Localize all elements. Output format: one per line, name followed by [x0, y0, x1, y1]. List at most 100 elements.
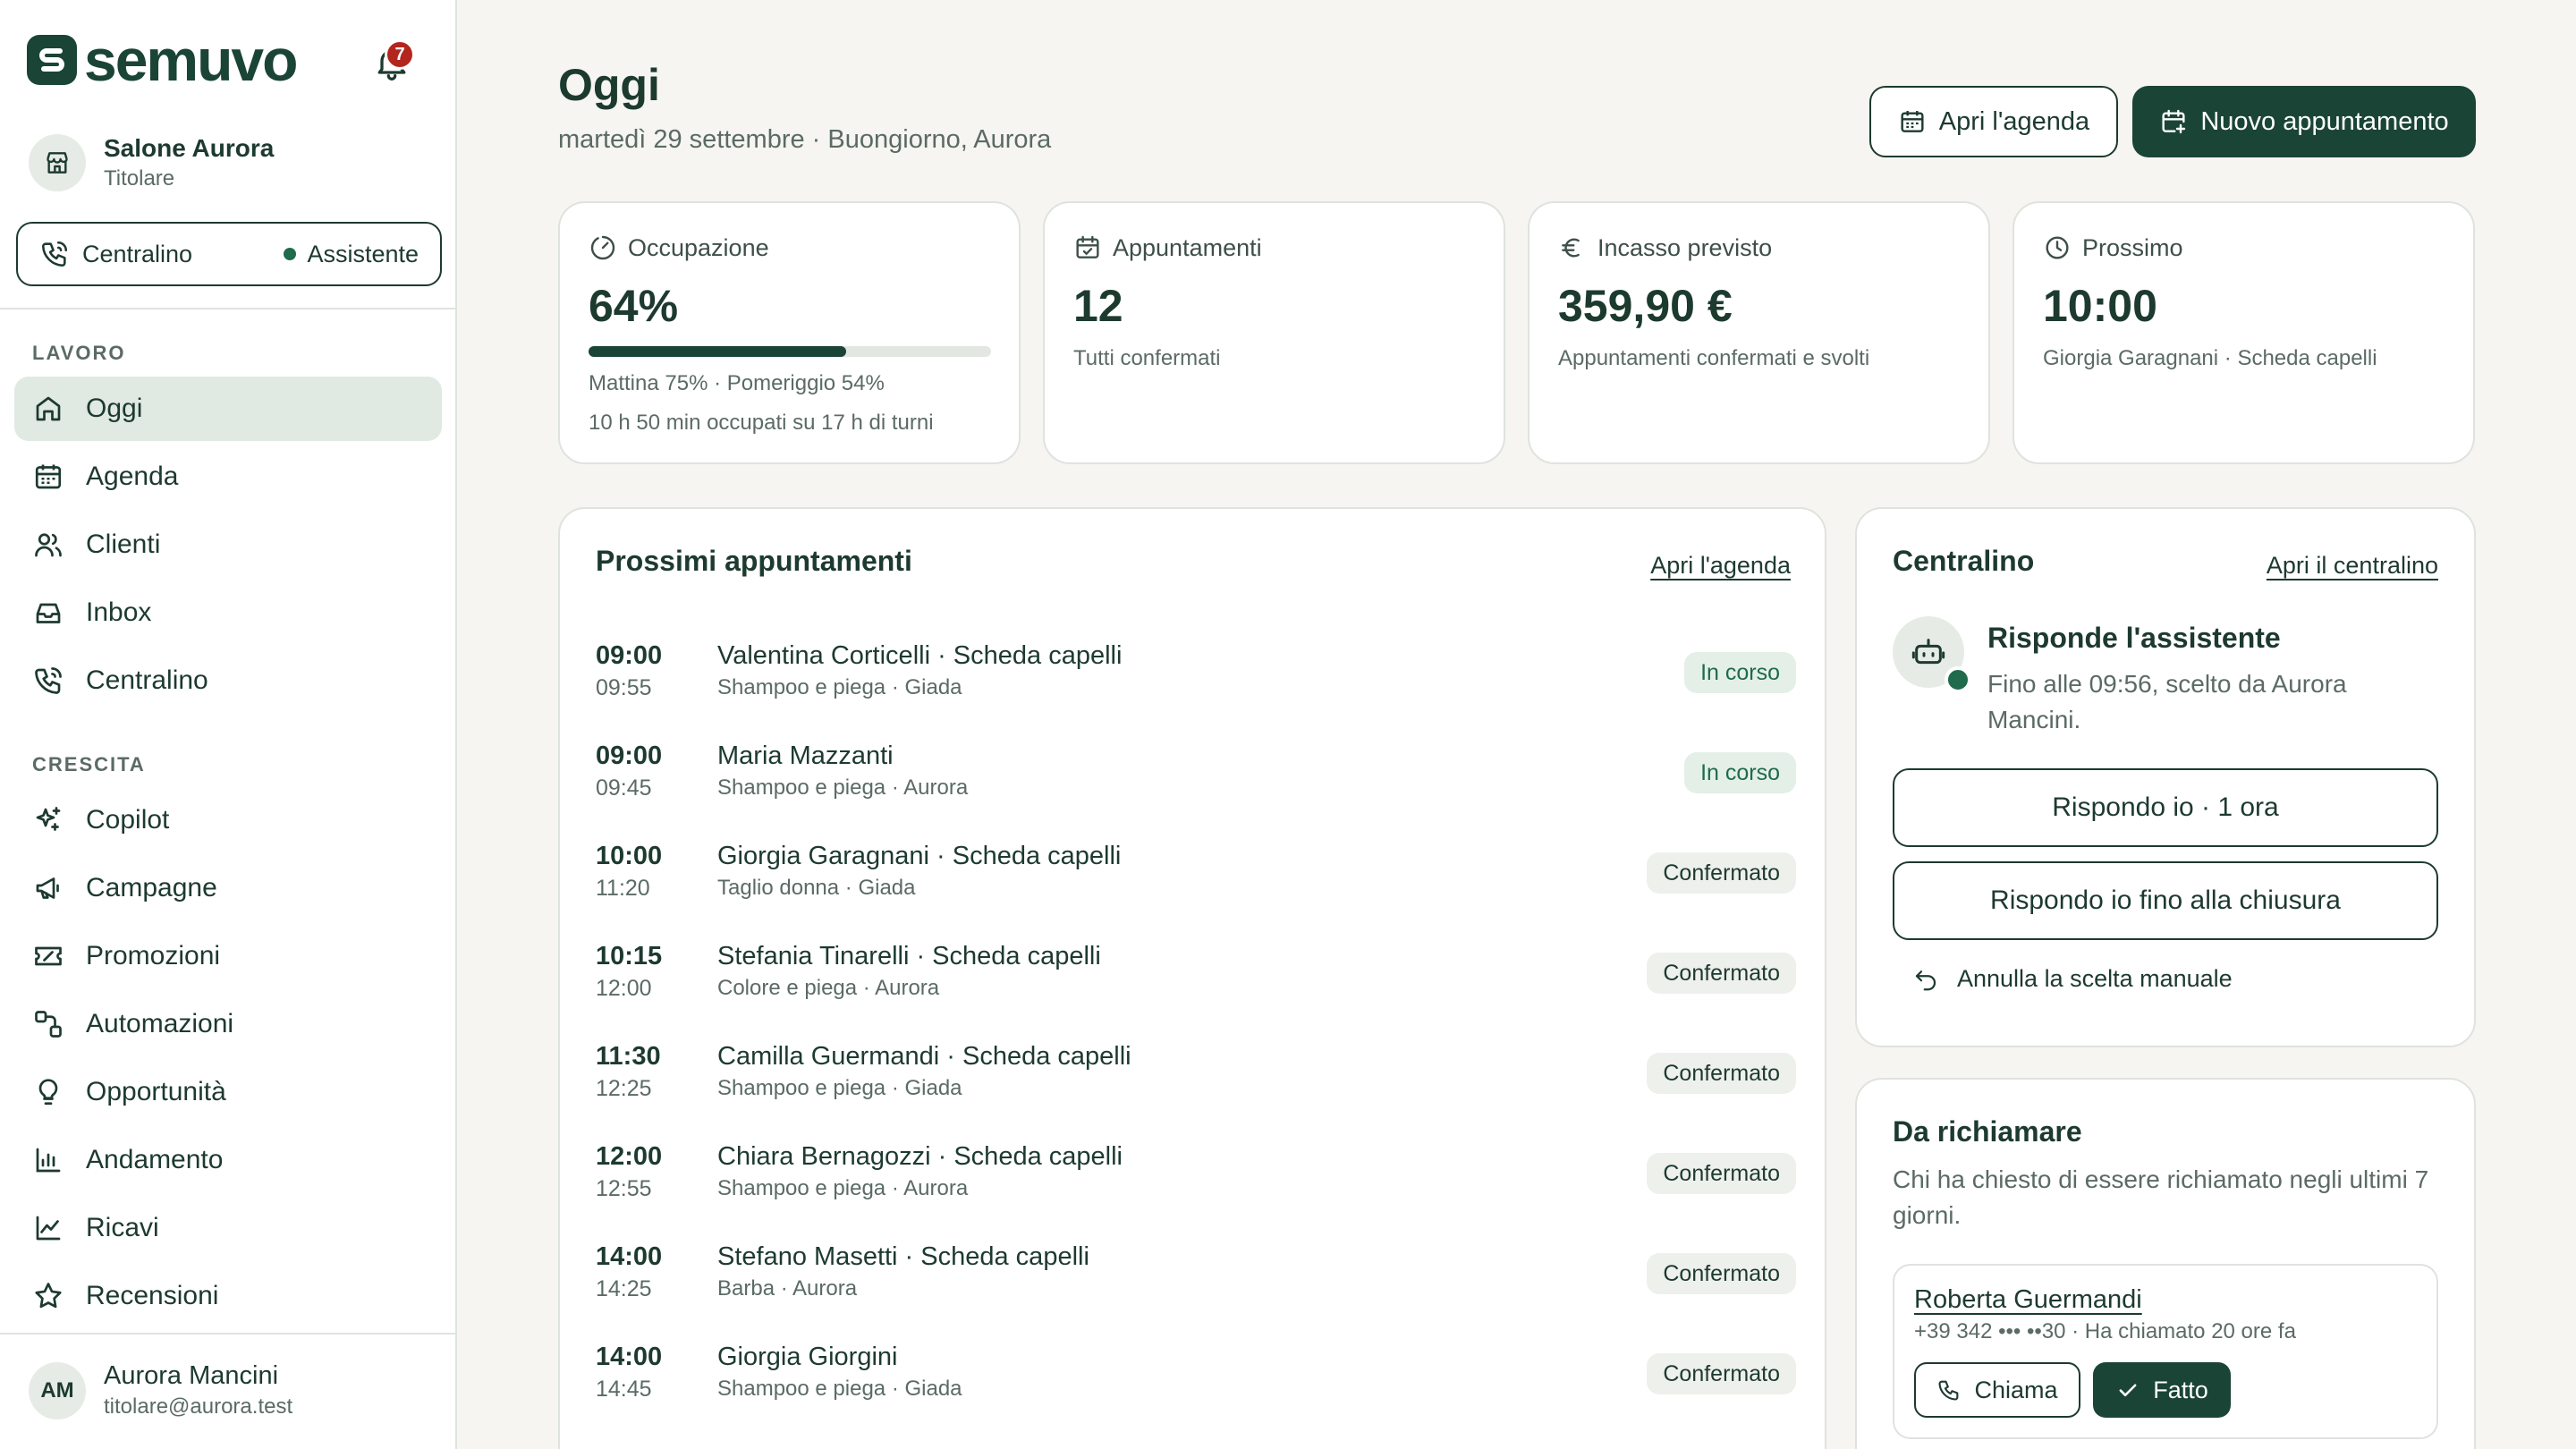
stat-note: Giorgia Garagnani · Scheda capelli: [2043, 346, 2377, 370]
list-item[interactable]: 09:00 09:55 Valentina Corticelli · Sched…: [596, 634, 1796, 715]
line-chart-icon: [32, 1212, 64, 1244]
appointment-detail: Shampoo e piega · Aurora: [717, 1176, 969, 1200]
stat-card-occupancy: Occupazione 64% Mattina 75% · Pomeriggio…: [558, 201, 1021, 464]
sidebar-divider: [0, 308, 457, 309]
callbacks-description: Chi ha chiesto di essere richiamato negl…: [1893, 1165, 2429, 1229]
panel-title: Da richiamare: [1893, 1115, 2082, 1148]
upcoming-appointments-panel: Prossimi appuntamenti Apri l'agenda 09:0…: [558, 507, 1826, 1449]
user-email: titolare@aurora.test: [104, 1394, 293, 1419]
sidebar-item-inbox[interactable]: Inbox: [14, 580, 442, 645]
list-item[interactable]: 12:00 12:55 Chiara Bernagozzi · Scheda c…: [596, 1135, 1796, 1216]
list-item[interactable]: 14:00 14:45 Giorgia Giorgini Shampoo e p…: [596, 1335, 1796, 1416]
appointment-start: 10:15: [596, 942, 663, 970]
appointment-client: Maria Mazzanti: [717, 741, 894, 770]
sidebar: semuvo 7 Salone Aurora Titolare Centrali…: [0, 0, 457, 1449]
appointment-detail: Shampoo e piega · Giada: [717, 675, 962, 699]
sidebar-item-label: Opportunità: [86, 1077, 226, 1106]
appointment-start: 12:00: [596, 1142, 663, 1171]
appointment-detail: Colore e piega · Aurora: [717, 976, 940, 1000]
list-item[interactable]: 09:00 09:45 Maria Mazzanti Shampoo e pie…: [596, 734, 1796, 815]
sidebar-divider: [0, 1333, 457, 1335]
section-title-growth: CRESCITA: [32, 753, 146, 775]
undo-manual-choice-button[interactable]: Annulla la scelta manuale: [1912, 965, 2233, 993]
salon-selector[interactable]: Salone Aurora Titolare: [29, 134, 274, 191]
sidebar-item-ricavi[interactable]: Ricavi: [14, 1196, 442, 1260]
switchboard-status: Assistente: [307, 240, 419, 267]
sidebar-item-copilot[interactable]: Copilot: [14, 788, 442, 852]
undo-label: Annulla la scelta manuale: [1957, 965, 2233, 992]
done-label: Fatto: [2153, 1376, 2208, 1403]
open-agenda-button[interactable]: Apri l'agenda: [1869, 86, 2118, 157]
answer-until-close-button[interactable]: Rispondo io fino alla chiusura: [1893, 861, 2438, 940]
stat-card-revenue: Incasso previsto 359,90 € Appuntamenti c…: [1528, 201, 1990, 464]
sidebar-item-andamento[interactable]: Andamento: [14, 1128, 442, 1192]
sidebar-item-promozioni[interactable]: Promozioni: [14, 924, 442, 988]
gauge-icon: [589, 233, 617, 262]
stat-card-next: Prossimo 10:00 Giorgia Garagnani · Sched…: [2012, 201, 2475, 464]
appointment-end: 11:20: [596, 876, 650, 901]
status-badge: In corso: [1684, 652, 1796, 693]
appointment-client: Stefania Tinarelli · Scheda capelli: [717, 942, 1101, 970]
switchboard-panel: Centralino Apri il centralino Risponde l…: [1855, 507, 2476, 1047]
sidebar-item-agenda[interactable]: Agenda: [14, 445, 442, 509]
euro-icon: [1558, 233, 1587, 262]
salon-name: Salone Aurora: [104, 134, 275, 162]
workflow-icon: [32, 1008, 64, 1040]
answer-one-hour-button[interactable]: Rispondo io · 1 ora: [1893, 768, 2438, 847]
clock-icon: [2043, 233, 2072, 262]
sidebar-item-campagne[interactable]: Campagne: [14, 856, 442, 920]
salon-role: Titolare: [104, 166, 175, 191]
undo-icon: [1912, 966, 1939, 993]
phone-icon: [39, 239, 70, 269]
assistant-heading: Risponde l'assistente: [1987, 622, 2281, 654]
appointment-start: 09:00: [596, 641, 663, 670]
mark-done-button[interactable]: Fatto: [2093, 1362, 2231, 1418]
callbacks-panel: Da richiamare Chi ha chiesto di essere r…: [1855, 1078, 2476, 1449]
phone-icon: [1936, 1377, 1962, 1402]
callback-client-link[interactable]: Roberta Guermandi: [1914, 1285, 2142, 1315]
open-agenda-link[interactable]: Apri l'agenda: [1650, 552, 1791, 580]
bar-chart-icon: [32, 1144, 64, 1176]
appointment-client: Giorgia Garagnani · Scheda capelli: [717, 842, 1122, 870]
sidebar-item-oggi[interactable]: Oggi: [14, 377, 442, 441]
list-item[interactable]: 10:15 12:00 Stefania Tinarelli · Scheda …: [596, 935, 1796, 1015]
stat-value: 359,90 €: [1558, 281, 1733, 331]
status-badge: In corso: [1684, 752, 1796, 793]
call-label: Chiama: [1974, 1376, 2058, 1403]
panel-title: Prossimi appuntamenti: [596, 545, 912, 577]
user-name: Aurora Mancini: [104, 1361, 279, 1390]
status-badge: Confermato: [1647, 1353, 1796, 1394]
appointment-detail: Taglio donna · Giada: [717, 876, 916, 900]
appointment-detail: Shampoo e piega · Aurora: [717, 775, 969, 800]
switchboard-toggle[interactable]: Centralino Assistente: [16, 222, 442, 286]
stat-note: Appuntamenti confermati e svolti: [1558, 346, 1870, 370]
stat-label: Prossimo: [2082, 233, 2183, 261]
sidebar-item-opportunita[interactable]: Opportunità: [14, 1060, 442, 1124]
sidebar-item-label: Centralino: [86, 665, 208, 695]
brand-logo[interactable]: semuvo: [27, 30, 298, 89]
user-profile[interactable]: AM Aurora Mancini titolare@aurora.test: [29, 1361, 292, 1419]
appointment-client: Valentina Corticelli · Scheda capelli: [717, 641, 1123, 670]
list-item[interactable]: 11:30 12:25 Camilla Guermandi · Scheda c…: [596, 1035, 1796, 1115]
new-appointment-button[interactable]: Nuovo appuntamento: [2132, 86, 2476, 157]
sidebar-item-automazioni[interactable]: Automazioni: [14, 992, 442, 1056]
stat-value: 64%: [589, 281, 679, 331]
sidebar-item-label: Oggi: [86, 394, 143, 423]
open-switchboard-link[interactable]: Apri il centralino: [2267, 552, 2438, 580]
sidebar-item-label: Inbox: [86, 597, 152, 627]
list-item[interactable]: 10:00 11:20 Giorgia Garagnani · Scheda c…: [596, 835, 1796, 915]
sidebar-item-centralino[interactable]: Centralino: [14, 648, 442, 713]
callback-item: Roberta Guermandi +39 342 ••• ••30 · Ha …: [1893, 1264, 2438, 1439]
sidebar-item-clienti[interactable]: Clienti: [14, 513, 442, 577]
appointment-end: 14:25: [596, 1276, 652, 1301]
page-subtitle: martedì 29 settembre · Buongiorno, Auror…: [558, 125, 1052, 154]
appointment-client: Stefano Masetti · Scheda capelli: [717, 1242, 1089, 1271]
stat-label: Appuntamenti: [1113, 233, 1262, 261]
appointment-start: 10:00: [596, 842, 663, 870]
list-item[interactable]: 14:00 14:25 Stefano Masetti · Scheda cap…: [596, 1235, 1796, 1316]
status-dot: [284, 248, 297, 260]
home-icon: [32, 393, 64, 425]
sidebar-item-recensioni[interactable]: Recensioni: [14, 1264, 442, 1328]
assistant-description: Fino alle 09:56, scelto da Aurora Mancin…: [1987, 670, 2347, 733]
call-button[interactable]: Chiama: [1914, 1362, 2080, 1418]
